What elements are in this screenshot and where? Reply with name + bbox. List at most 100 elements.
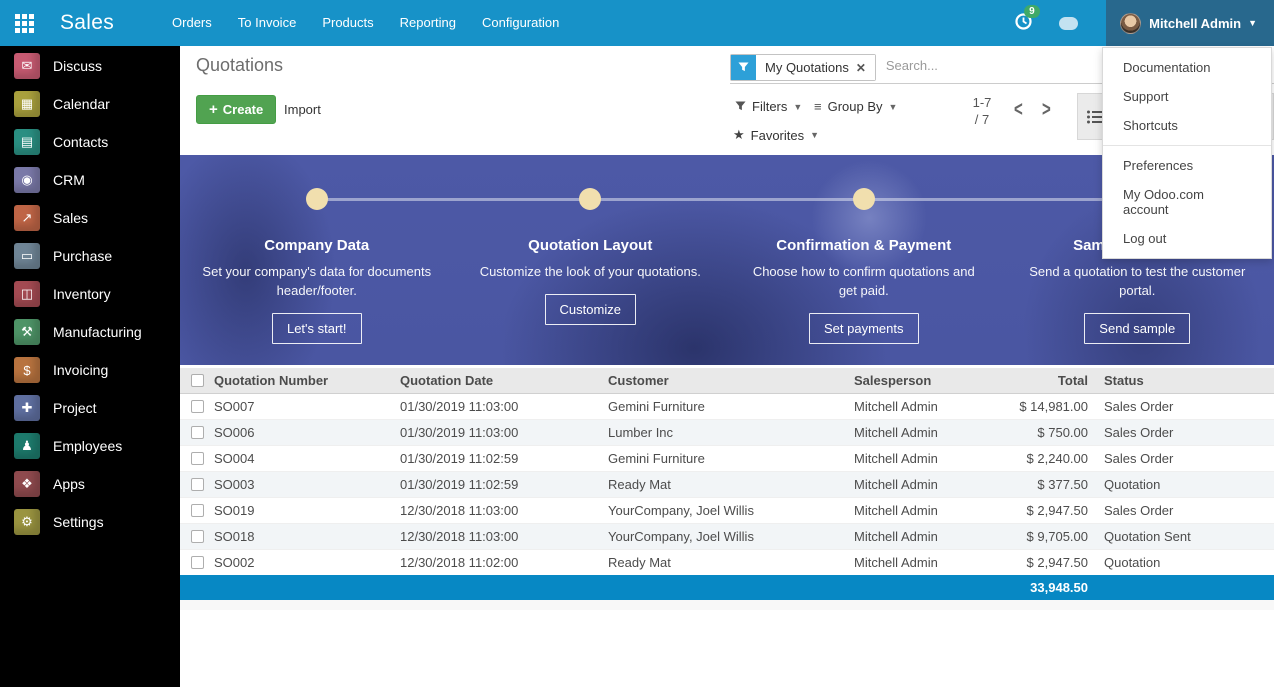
sidebar-app-label: Discuss (53, 58, 102, 74)
cell-status: Quotation (1095, 549, 1274, 575)
sidebar-app-item[interactable]: ▭ Purchase (0, 237, 180, 275)
sidebar-app-item[interactable]: ♟ Employees (0, 427, 180, 465)
top-menu-item[interactable]: Configuration (469, 0, 572, 46)
pager-next-button[interactable]: > (1042, 98, 1051, 122)
step-description: Send a quotation to test the customer po… (1020, 262, 1255, 300)
menu-divider (1103, 145, 1271, 146)
select-all-checkbox[interactable] (191, 374, 204, 387)
cell-quotation-date: 01/30/2019 11:03:00 (396, 419, 604, 445)
col-status[interactable]: Status (1095, 368, 1274, 393)
pager-previous-button[interactable]: < (1014, 98, 1023, 122)
user-menu-item[interactable]: Log out (1103, 224, 1271, 253)
sidebar-app-item[interactable]: ↗ Sales (0, 199, 180, 237)
sidebar-app-item[interactable]: ✚ Project (0, 389, 180, 427)
step-action-button[interactable]: Let's start! (272, 313, 362, 344)
favorites-dropdown[interactable]: ★ Favorites ▼ (733, 127, 819, 143)
row-checkbox[interactable] (191, 426, 204, 439)
sidebar-app-label: Manufacturing (53, 324, 142, 340)
step-action-button[interactable]: Customize (545, 294, 636, 325)
sidebar-app-label: Contacts (53, 134, 108, 150)
quotation-row[interactable]: SO002 12/30/2018 11:02:00 Ready Mat Mitc… (180, 549, 1274, 575)
user-menu-item[interactable]: Preferences (1103, 151, 1271, 180)
row-checkbox[interactable] (191, 400, 204, 413)
sidebar-app-item[interactable]: ▤ Contacts (0, 123, 180, 161)
app-icon: ✚ (14, 395, 40, 421)
col-quotation-number[interactable]: Quotation Number (210, 368, 396, 393)
top-menu-item[interactable]: Orders (159, 0, 225, 46)
sidebar-app-item[interactable]: $ Invoicing (0, 351, 180, 389)
quotation-row[interactable]: SO003 01/30/2019 11:02:59 Ready Mat Mitc… (180, 471, 1274, 497)
cell-status: Quotation (1095, 471, 1274, 497)
sidebar-app-item[interactable]: ▦ Calendar (0, 85, 180, 123)
sidebar-app-item[interactable]: ◫ Inventory (0, 275, 180, 313)
cell-status: Quotation Sent (1095, 523, 1274, 549)
quotation-row[interactable]: SO019 12/30/2018 11:03:00 YourCompany, J… (180, 497, 1274, 523)
step-action-button[interactable]: Set payments (809, 313, 919, 344)
cell-quotation-date: 12/30/2018 11:02:00 (396, 549, 604, 575)
sidebar-app-item[interactable]: ❖ Apps (0, 465, 180, 503)
sidebar-app-item[interactable]: ⚒ Manufacturing (0, 313, 180, 351)
sidebar-app-label: Employees (53, 438, 122, 454)
row-checkbox[interactable] (191, 556, 204, 569)
cell-salesperson: Mitchell Admin (850, 497, 980, 523)
star-icon: ★ (733, 127, 745, 143)
col-salesperson[interactable]: Salesperson (850, 368, 980, 393)
activities-icon[interactable]: 9 (1014, 12, 1033, 34)
cell-total: $ 377.50 (980, 471, 1095, 497)
user-menu-item[interactable]: Documentation (1103, 53, 1271, 82)
create-button[interactable]: + Create (196, 95, 276, 124)
step-description: Customize the look of your quotations. (473, 262, 708, 281)
user-menu-item[interactable]: Support (1103, 82, 1271, 111)
cell-customer: YourCompany, Joel Willis (604, 497, 850, 523)
sidebar-app-label: CRM (53, 172, 85, 188)
step-action-button[interactable]: Send sample (1084, 313, 1190, 344)
app-icon: ◫ (14, 281, 40, 307)
sidebar-app-item[interactable]: ◉ CRM (0, 161, 180, 199)
cell-status: Sales Order (1095, 497, 1274, 523)
top-menu-item[interactable]: Reporting (387, 0, 469, 46)
apps-grid-icon[interactable] (15, 14, 34, 33)
col-total[interactable]: Total (980, 368, 1095, 393)
cell-quotation-date: 01/30/2019 11:02:59 (396, 445, 604, 471)
user-menu-group-2: PreferencesMy Odoo.com accountLog out (1103, 151, 1271, 253)
filters-dropdown[interactable]: Filters ▼ (735, 99, 802, 114)
step-title: Quotation Layout (454, 237, 728, 254)
user-menu-item[interactable]: Shortcuts (1103, 111, 1271, 140)
search-facet: My Quotations ✕ (730, 54, 876, 81)
cell-salesperson: Mitchell Admin (850, 393, 980, 419)
user-dropdown-menu: DocumentationSupportShortcuts Preference… (1102, 47, 1272, 259)
user-menu-item[interactable]: My Odoo.com account (1103, 180, 1271, 224)
chevron-down-icon: ▼ (889, 102, 898, 112)
top-menu-item[interactable]: To Invoice (225, 0, 310, 46)
cell-quotation-number: SO019 (210, 497, 396, 523)
groupby-dropdown[interactable]: ≡ Group By ▼ (814, 99, 897, 114)
cell-salesperson: Mitchell Admin (850, 471, 980, 497)
app-icon: ▤ (14, 129, 40, 155)
row-checkbox[interactable] (191, 530, 204, 543)
col-customer[interactable]: Customer (604, 368, 850, 393)
onboarding-step: Quotation Layout Customize the look of y… (454, 188, 728, 365)
cell-total: $ 2,947.50 (980, 549, 1095, 575)
user-menu-button[interactable]: Mitchell Admin ▼ (1106, 0, 1274, 46)
quotation-row[interactable]: SO007 01/30/2019 11:03:00 Gemini Furnitu… (180, 393, 1274, 419)
row-checkbox[interactable] (191, 478, 204, 491)
sidebar-app-item[interactable]: ⚙ Settings (0, 503, 180, 541)
cell-quotation-date: 01/30/2019 11:02:59 (396, 471, 604, 497)
row-checkbox[interactable] (191, 504, 204, 517)
cell-total: $ 2,947.50 (980, 497, 1095, 523)
import-button[interactable]: Import (284, 102, 321, 117)
cell-status: Sales Order (1095, 419, 1274, 445)
col-quotation-date[interactable]: Quotation Date (396, 368, 604, 393)
sidebar-app-item[interactable]: ✉ Discuss (0, 47, 180, 85)
top-menu-item[interactable]: Products (309, 0, 386, 46)
messages-icon[interactable] (1059, 17, 1078, 30)
app-title[interactable]: Sales (60, 11, 114, 35)
cell-quotation-date: 12/30/2018 11:03:00 (396, 497, 604, 523)
row-checkbox[interactable] (191, 452, 204, 465)
sidebar-app-label: Inventory (53, 286, 111, 302)
facet-remove-icon[interactable]: ✕ (856, 61, 866, 75)
quotation-row[interactable]: SO004 01/30/2019 11:02:59 Gemini Furnitu… (180, 445, 1274, 471)
topbar-right: 9 Mitchell Admin ▼ (1014, 0, 1274, 46)
quotation-row[interactable]: SO018 12/30/2018 11:03:00 YourCompany, J… (180, 523, 1274, 549)
quotation-row[interactable]: SO006 01/30/2019 11:03:00 Lumber Inc Mit… (180, 419, 1274, 445)
